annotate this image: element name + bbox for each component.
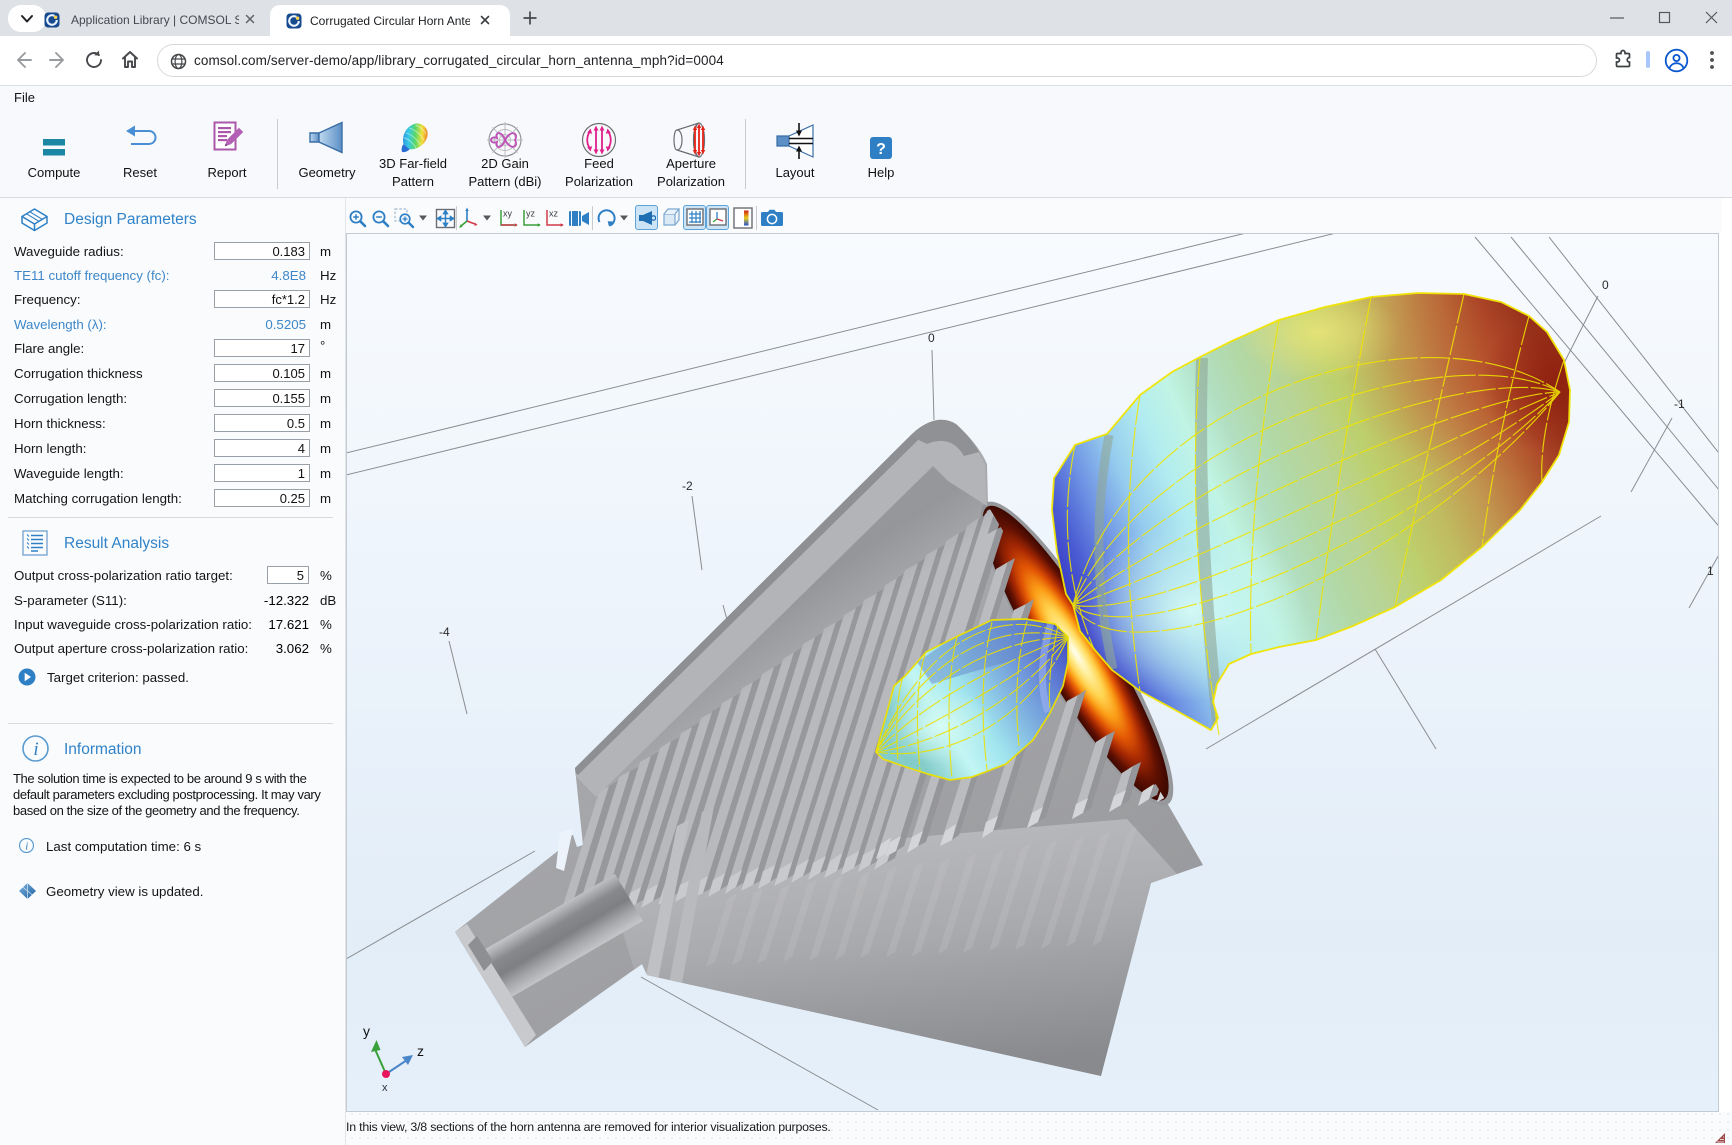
svg-text:i: i <box>25 841 28 853</box>
svg-text:y: y <box>363 1023 370 1039</box>
svg-text:0: 0 <box>928 331 935 345</box>
svg-text:-2: -2 <box>682 479 693 493</box>
svg-text:z: z <box>417 1043 424 1059</box>
svg-text:-4: -4 <box>439 625 450 639</box>
svg-text:0: 0 <box>1602 278 1609 292</box>
svg-text:x: x <box>382 1082 388 1094</box>
svg-text:-1: -1 <box>1674 397 1685 411</box>
svg-text:xz: xz <box>549 209 559 219</box>
svg-text:?: ? <box>876 141 886 158</box>
svg-text:yz: yz <box>526 209 536 219</box>
svg-text:xy: xy <box>503 209 513 219</box>
svg-text:1: 1 <box>1707 564 1714 578</box>
svg-text:i: i <box>33 739 38 760</box>
